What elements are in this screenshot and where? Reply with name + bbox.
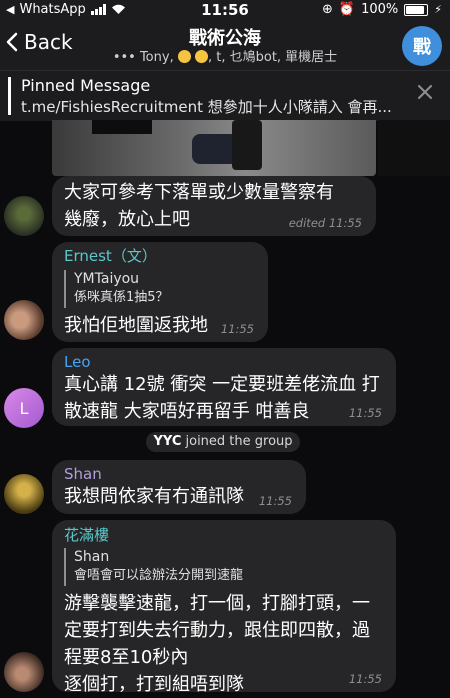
close-icon[interactable]	[418, 85, 432, 99]
message-bubble[interactable]: 花滿樓 Shan 會唔會可以諗辦法分開到速龍 游擊襲擊速龍，打一個，打腳打頭，一…	[52, 520, 396, 695]
group-avatar[interactable]: 戰	[402, 26, 442, 66]
message-bubble[interactable]: Leo 真心講 12號 衝突 一定要班差佬流血 打 散速龍 大家唔好再留手 咁善…	[52, 348, 396, 426]
sender-name: Leo	[64, 353, 91, 371]
battery-percent: 100%	[361, 2, 399, 17]
charging-icon: ⚡	[434, 3, 442, 16]
chevron-left-icon	[6, 32, 18, 52]
avatar[interactable]	[4, 300, 44, 340]
sender-name: Ernest（文）	[64, 247, 157, 265]
reply-text: 會唔會可以諗辦法分開到速龍	[74, 568, 244, 583]
system-action: joined the group	[185, 434, 293, 449]
reply-author: YMTaiyou	[74, 271, 140, 287]
message-text: 游擊襲擊速龍，打一個，打腳打頭，一 定要打到失去行動力，跟住即四散，過 程要8至…	[64, 593, 370, 695]
sender-name: 花滿樓	[64, 526, 110, 544]
joined-user[interactable]: YYC	[153, 434, 181, 449]
photo-background	[378, 120, 450, 176]
message-time: 11:55	[258, 494, 292, 508]
reply-text: 係咪真係1抽5？	[74, 290, 169, 305]
message-bubble[interactable]: 大家可參考下落單或少數量警察有 幾廢，放心上吧 edited 11:55	[52, 176, 376, 236]
message-time: 11:55	[348, 672, 382, 686]
status-bar: ◀ WhatsApp 11:56 ⊕ ⏰ 100% ⚡	[0, 0, 450, 20]
avatar[interactable]	[4, 652, 44, 692]
message-bubble[interactable]: Ernest（文） YMTaiyou 係咪真係1抽5？ 我怕佢地圍返我地 11:…	[52, 242, 268, 342]
pinned-message[interactable]: Pinned Message t.me/FishiesRecruitment 想…	[0, 70, 450, 121]
message-time: 11:55	[348, 406, 382, 420]
sender-name: Shan	[64, 465, 102, 483]
smile-emoji-icon	[177, 50, 191, 63]
alarm-icon: ⏰	[338, 2, 356, 17]
battery-icon	[404, 3, 429, 16]
shared-photo[interactable]	[52, 120, 376, 176]
message-time: 11:55	[220, 322, 254, 336]
orientation-lock-icon: ⊕	[322, 2, 333, 17]
avatar[interactable]: L	[4, 388, 44, 428]
avatar[interactable]	[4, 474, 44, 514]
chat-header: Back 戰術公海 ••• Tony, , t, 乜鳩bot, 單機居士 戰	[0, 20, 450, 70]
reply-quote[interactable]: Shan 會唔會可以諗辦法分開到速龍	[64, 548, 243, 586]
message-bubble[interactable]: Shan 我想問依家有冇通訊隊 11:55	[52, 460, 306, 514]
avatar[interactable]	[4, 196, 44, 236]
pinned-text: t.me/FishiesRecruitment 想參加十人小隊請入 會再...	[21, 98, 392, 116]
reply-author: Shan	[74, 549, 110, 565]
message-text: 真心講 12號 衝突 一定要班差佬流血 打 散速龍 大家唔好再留手 咁善良	[64, 374, 380, 422]
pinned-accent-bar	[8, 77, 11, 115]
pinned-heading: Pinned Message	[21, 76, 151, 95]
message-time: edited 11:55	[288, 216, 362, 230]
message-text: 我想問依家有冇通訊隊	[64, 486, 244, 507]
chat-members: ••• Tony, , t, 乜鳩bot, 單機居士	[112, 50, 338, 65]
reply-quote[interactable]: YMTaiyou 係咪真係1抽5？	[64, 270, 169, 308]
back-button[interactable]: Back	[6, 30, 73, 54]
back-label: Back	[24, 30, 73, 54]
smile-emoji-icon	[194, 50, 208, 63]
system-message: YYC joined the group	[146, 432, 300, 452]
message-text: 我怕佢地圍返我地	[64, 315, 208, 336]
